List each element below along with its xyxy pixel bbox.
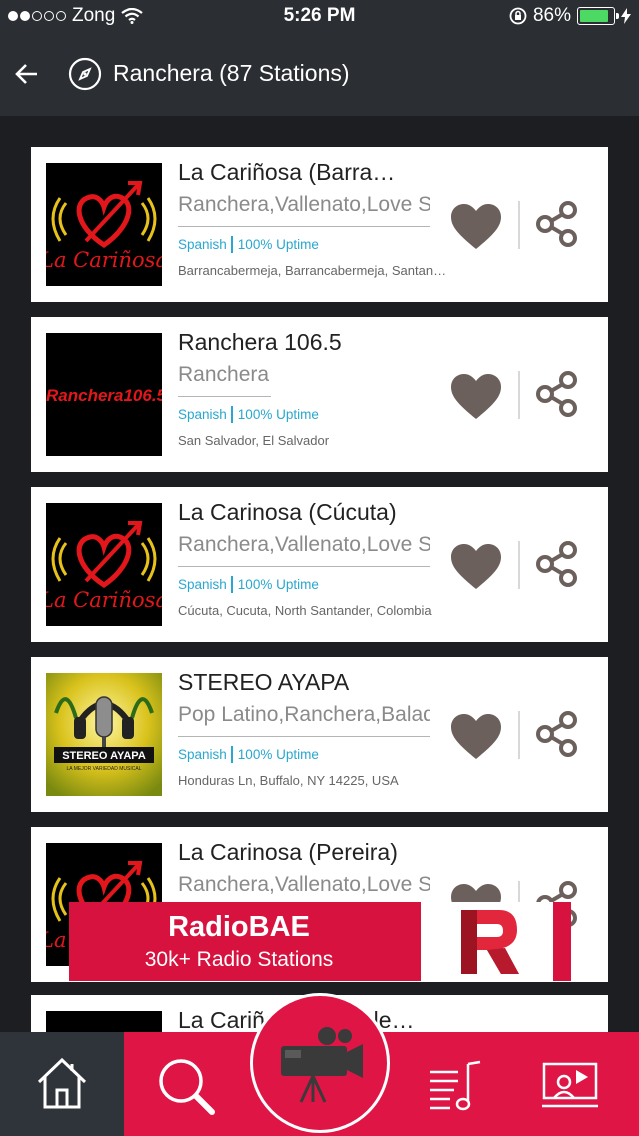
station-name: STEREO AYAPA	[178, 669, 350, 695]
logo-text: La Cariñosa	[46, 588, 162, 612]
station-card[interactable]: La Cariñosa La Carinosa (Cúcuta) Rancher…	[31, 487, 608, 642]
station-logo: STEREO AYAPA LA MEJOR VARIEDAD MUSICAL	[46, 673, 162, 796]
station-meta: Spanish 100% Uptime	[178, 746, 319, 763]
share-icon[interactable]	[534, 371, 580, 417]
carinosa-logo-image: La Cariñosa	[46, 503, 162, 626]
favorite-heart-icon[interactable]	[449, 203, 503, 251]
status-bar: Zong 5:26 PM 86%	[0, 0, 639, 32]
share-icon[interactable]	[534, 711, 580, 757]
app-bar: Ranchera (87 Stations)	[0, 32, 639, 116]
nav-search-tab[interactable]	[150, 1054, 220, 1118]
charging-bolt-icon	[621, 8, 631, 24]
station-genres: Ranchera,Vallenato,Love Songs	[178, 533, 430, 567]
home-icon	[37, 1057, 87, 1109]
nav-home-tab[interactable]	[0, 1032, 124, 1136]
station-location: San Salvador, El Salvador	[178, 433, 330, 448]
station-language: Spanish	[178, 577, 227, 592]
logo-subtext: LA MEJOR VARIEDAD MUSICAL	[67, 766, 142, 772]
station-meta: Spanish 100% Uptime	[178, 406, 319, 423]
station-language: Spanish	[178, 237, 227, 252]
rotation-lock-icon	[509, 7, 527, 25]
station-language: Spanish	[178, 747, 227, 762]
nav-playlist-tab[interactable]	[424, 1058, 484, 1118]
stereo-ayapa-logo-image: STEREO AYAPA LA MEJOR VARIEDAD MUSICAL	[46, 673, 162, 796]
video-record-button[interactable]	[250, 993, 390, 1133]
station-meta: Spanish 100% Uptime	[178, 576, 319, 593]
battery-level	[580, 10, 608, 22]
divider	[518, 371, 520, 419]
station-uptime: 100% Uptime	[237, 747, 319, 762]
station-logo: La Cariñosa	[46, 503, 162, 626]
station-location: Honduras Ln, Buffalo, NY 14225, USA	[178, 773, 399, 788]
station-genres: Ranchera	[178, 363, 272, 397]
presentation-icon	[542, 1062, 598, 1108]
station-uptime: 100% Uptime	[237, 237, 319, 252]
ad-subtitle: 30k+ Radio Stations	[144, 948, 334, 971]
share-icon[interactable]	[534, 201, 580, 247]
radiobae-r-logo-icon	[461, 910, 519, 974]
station-card[interactable]: Ranchera106.5 Ranchera 106.5 Ranchera Sp…	[31, 317, 608, 472]
logo-text: Ranchera106.5	[46, 386, 162, 405]
station-logo	[46, 1011, 162, 1032]
compass-icon	[68, 57, 102, 91]
favorite-heart-icon[interactable]	[449, 373, 503, 421]
ad-banner[interactable]: RadioBAE 30k+ Radio Stations	[69, 902, 571, 981]
ad-logo	[421, 902, 553, 981]
back-button[interactable]	[10, 54, 46, 94]
station-card[interactable]: La Cariñosa La Cariñosa (Barra… Ranchera…	[31, 147, 608, 302]
station-uptime: 100% Uptime	[237, 407, 319, 422]
ad-title: RadioBAE	[168, 911, 310, 943]
divider	[518, 201, 520, 249]
nav-video-tab[interactable]	[536, 1058, 602, 1118]
station-location: Barrancabermeja, Barrancabermeja, Santan…	[178, 263, 450, 278]
station-card[interactable]: STEREO AYAPA LA MEJOR VARIEDAD MUSICAL S…	[31, 657, 608, 812]
back-arrow-icon	[15, 64, 37, 84]
search-icon	[159, 1059, 215, 1115]
station-name: Ranchera 106.5	[178, 329, 342, 355]
station-uptime: 100% Uptime	[237, 577, 319, 592]
station-location: Cúcuta, Cucuta, North Santander, Colombi…	[178, 603, 432, 618]
ranchera-logo-image: Ranchera106.5	[46, 333, 162, 456]
playlist-icon	[430, 1060, 481, 1111]
share-icon[interactable]	[534, 541, 580, 587]
station-name: La Carinosa (Pereira)	[178, 839, 398, 865]
logo-text: STEREO AYAPA	[62, 750, 146, 762]
station-logo: Ranchera106.5	[46, 333, 162, 456]
divider	[518, 541, 520, 589]
ad-stripe	[553, 902, 571, 981]
station-genres: Ranchera,Vallenato,Love Songs	[178, 193, 430, 227]
battery-icon	[577, 7, 619, 25]
favorite-heart-icon[interactable]	[449, 713, 503, 761]
station-logo: La Cariñosa	[46, 163, 162, 286]
station-name: La Cariñosa (Barra…	[178, 159, 396, 185]
logo-text: La Cariñosa	[46, 248, 162, 272]
carinosa-logo-image	[46, 1011, 162, 1032]
app-screen: Zong 5:26 PM 86% Ranchera (87 Stations) …	[0, 0, 639, 1136]
battery-percent: 86%	[532, 5, 571, 26]
divider	[518, 711, 520, 759]
video-camera-icon	[281, 1027, 363, 1103]
station-list[interactable]: La Cariñosa La Cariñosa (Barra… Ranchera…	[0, 116, 639, 1032]
station-genres: Pop Latino,Ranchera,Balada	[178, 703, 430, 737]
carinosa-logo-image: La Cariñosa	[46, 163, 162, 286]
page-title: Ranchera (87 Stations)	[113, 60, 350, 86]
station-name: La Carinosa (Cúcuta)	[178, 499, 397, 525]
status-right: 86%	[509, 5, 631, 27]
station-language: Spanish	[178, 407, 227, 422]
favorite-heart-icon[interactable]	[449, 543, 503, 591]
station-meta: Spanish 100% Uptime	[178, 236, 319, 253]
